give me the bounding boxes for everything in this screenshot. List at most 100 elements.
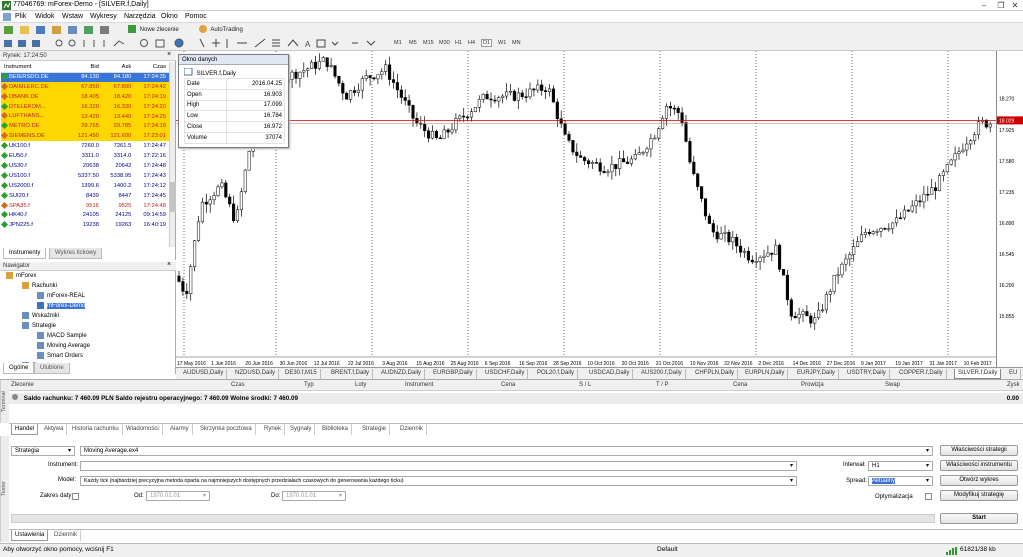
terminal-tab[interactable]: Dziennik: [397, 424, 428, 435]
start-button[interactable]: Start: [940, 513, 1018, 524]
terminal-tab[interactable]: Handel: [11, 424, 39, 435]
optimization-checkbox[interactable]: [925, 493, 932, 500]
spread-select[interactable]: Aktualny ▾: [868, 476, 933, 486]
orders-col-header[interactable]: Zysk: [1007, 382, 1020, 388]
tf-h1[interactable]: H1: [455, 40, 462, 46]
maximize-button[interactable]: ❐: [995, 1, 1007, 10]
market-row[interactable]: US100.f 5337.50 5338.95 17:24:43: [0, 170, 169, 181]
tf-m30[interactable]: M30: [439, 40, 450, 46]
chart-tab[interactable]: AUDNZD,Daily: [378, 369, 426, 379]
chart-tab[interactable]: EURJPY,Daily: [794, 369, 839, 379]
market-row[interactable]: SUI20.f 8439 8447 17:24:45: [0, 190, 169, 201]
tf-d1[interactable]: D1: [481, 39, 493, 47]
market-row[interactable]: DTELEKOM... 16.320 16.330 17:24:20: [0, 101, 169, 112]
terminal-tab[interactable]: Skrzynka pocztowa: [197, 424, 256, 435]
market-row[interactable]: US30.f 20638 20642 17:24:48: [0, 161, 169, 171]
interval-select[interactable]: H1 ▾: [868, 461, 933, 471]
orders-col-header[interactable]: Cena: [501, 382, 515, 388]
to-date-input[interactable]: 1970.01.01 ▾: [282, 491, 346, 501]
navigator-item[interactable]: Strategie: [22, 322, 56, 329]
chart-tab[interactable]: EU: [1006, 369, 1022, 379]
col-ask[interactable]: Ask: [101, 62, 135, 73]
chart-tab[interactable]: USDCHF,Daily: [482, 369, 529, 379]
col-instrument[interactable]: Instrument: [1, 62, 70, 73]
market-watch-close-icon[interactable]: ×: [167, 51, 171, 58]
tab-instruments[interactable]: Instrumenty: [3, 248, 47, 259]
tab-favorites[interactable]: Ulubione: [34, 363, 70, 374]
date-range-checkbox[interactable]: [72, 493, 79, 500]
orders-col-header[interactable]: Instrument: [405, 382, 433, 388]
orders-col-header[interactable]: Zlecenie: [11, 382, 34, 388]
modify-strategy-button[interactable]: Modyfikuj strategię: [940, 490, 1018, 501]
new-order-button[interactable]: Nowe zlecenie: [127, 24, 179, 35]
market-scrollbar[interactable]: [169, 62, 176, 247]
terminal-tab[interactable]: Strategie: [359, 424, 391, 435]
col-time[interactable]: Czas: [134, 62, 169, 73]
orders-col-header[interactable]: Prowizja: [801, 382, 824, 388]
tf-h4[interactable]: H4: [468, 40, 475, 46]
market-row[interactable]: US2000.f 1399.6 1400.2 17:24:12: [0, 180, 169, 191]
chart-tab[interactable]: CHFPLN,Daily: [692, 369, 739, 379]
navigator-close-icon[interactable]: ×: [167, 261, 171, 268]
market-row[interactable]: JPN225.f 19238 19263 16:40:19: [0, 220, 169, 231]
tester-type-select[interactable]: Strategia ▾: [11, 446, 75, 456]
price-chart[interactable]: 17 May 2016 1 Jun 2016 20 Jun 2016 30 Jun 2…: [176, 51, 996, 367]
close-button[interactable]: ✕: [1009, 1, 1021, 10]
instrument-properties-button[interactable]: Właściwości instrumentu: [940, 460, 1018, 471]
orders-col-header[interactable]: Typ: [304, 382, 314, 388]
market-row[interactable]: DAIMLERC.DE 67.850 67.890 17:24:42: [0, 81, 169, 92]
instrument-select[interactable]: ▾: [80, 461, 797, 471]
chart-tab[interactable]: SILVER.f,Daily: [954, 369, 1002, 379]
market-row[interactable]: LUFTHANS... 13.420 13.440 17:24:25: [0, 111, 169, 122]
tab-journal[interactable]: Dziennik: [51, 530, 82, 541]
menu-insert[interactable]: Wstaw: [62, 13, 83, 20]
market-row[interactable]: BEIERSDO.DE 84.130 84.180 17:24:35: [0, 72, 169, 82]
chart-tab[interactable]: COPPER.f,Daily: [896, 369, 947, 379]
menu-window[interactable]: Okno: [161, 13, 178, 20]
orders-col-header[interactable]: S / L: [579, 382, 591, 388]
orders-col-header[interactable]: Swap: [885, 382, 900, 388]
minimize-button[interactable]: –: [978, 1, 990, 10]
chart-tab[interactable]: DE30.f,M15: [282, 369, 321, 379]
menu-help[interactable]: Pomoc: [185, 13, 207, 20]
chart-canvas[interactable]: 17 May 2016 1 Jun 2016 20 Jun 2016 30 Jun 2…: [176, 51, 996, 367]
model-select[interactable]: Każdy tick (najbardziej precyzyjna metod…: [80, 476, 797, 486]
orders-col-header[interactable]: Loty: [355, 382, 366, 388]
orders-col-header[interactable]: Cena: [733, 382, 747, 388]
market-row[interactable]: SPA35.f 9516 9525 17:24:48: [0, 200, 169, 211]
chart-tab[interactable]: USDTRY,Daily: [844, 369, 890, 379]
terminal-tab[interactable]: Biblioteka: [319, 424, 353, 435]
chart-tab[interactable]: NZDUSD,Daily: [232, 369, 280, 379]
toolbar-icons-file[interactable]: [4, 25, 114, 35]
terminal-tab[interactable]: Historia rachunku: [69, 424, 123, 435]
terminal-tab[interactable]: Alarmy: [167, 424, 193, 435]
orders-col-header[interactable]: T / P: [656, 382, 669, 388]
strategy-properties-button[interactable]: Właściwości strategii: [940, 445, 1018, 456]
tf-w1[interactable]: W1: [498, 40, 506, 46]
chart-tab[interactable]: EURGBP,Daily: [430, 369, 477, 379]
market-row[interactable]: DBANK.DE 18.405 18.420 17:24:19: [0, 91, 169, 102]
tf-m15[interactable]: M15: [423, 40, 434, 46]
menu-tools[interactable]: Narzędzia: [124, 13, 156, 20]
tab-tick-chart[interactable]: Wykres tickowy: [49, 248, 103, 259]
col-bid[interactable]: Bid: [69, 62, 102, 73]
market-row[interactable]: UK100.f 7260.0 7261.5 17:24:47: [0, 141, 169, 152]
autotrading-button[interactable]: AutoTrading: [198, 24, 243, 35]
navigator-item[interactable]: MACD Sample: [37, 332, 87, 339]
market-row[interactable]: HK40.f 24105 24125 09:14:59: [0, 210, 169, 221]
navigator-item[interactable]: Smart Orders: [37, 352, 83, 359]
chart-tab[interactable]: BRENT.f,Daily: [328, 369, 374, 379]
terminal-tab[interactable]: Wiadomości: [123, 424, 163, 435]
tf-m5[interactable]: M5: [409, 40, 417, 46]
menu-view[interactable]: Widok: [35, 13, 54, 20]
chart-tab[interactable]: POL20.f,Daily: [534, 369, 579, 379]
toolbar-icons-draw[interactable]: A: [197, 38, 387, 49]
market-row[interactable]: METRO.DE 29.765 29.785 17:24:18: [0, 121, 169, 132]
navigator-item[interactable]: mForex-Demo: [37, 302, 86, 310]
toolbar-icons-chart[interactable]: [4, 38, 194, 49]
terminal-tab[interactable]: Aktywa: [41, 424, 68, 435]
menu-file[interactable]: Plik: [15, 13, 26, 20]
orders-col-header[interactable]: Czas: [231, 382, 245, 388]
navigator-item[interactable]: Wskaźniki: [22, 312, 59, 319]
terminal-tab[interactable]: Sygnały: [287, 424, 316, 435]
